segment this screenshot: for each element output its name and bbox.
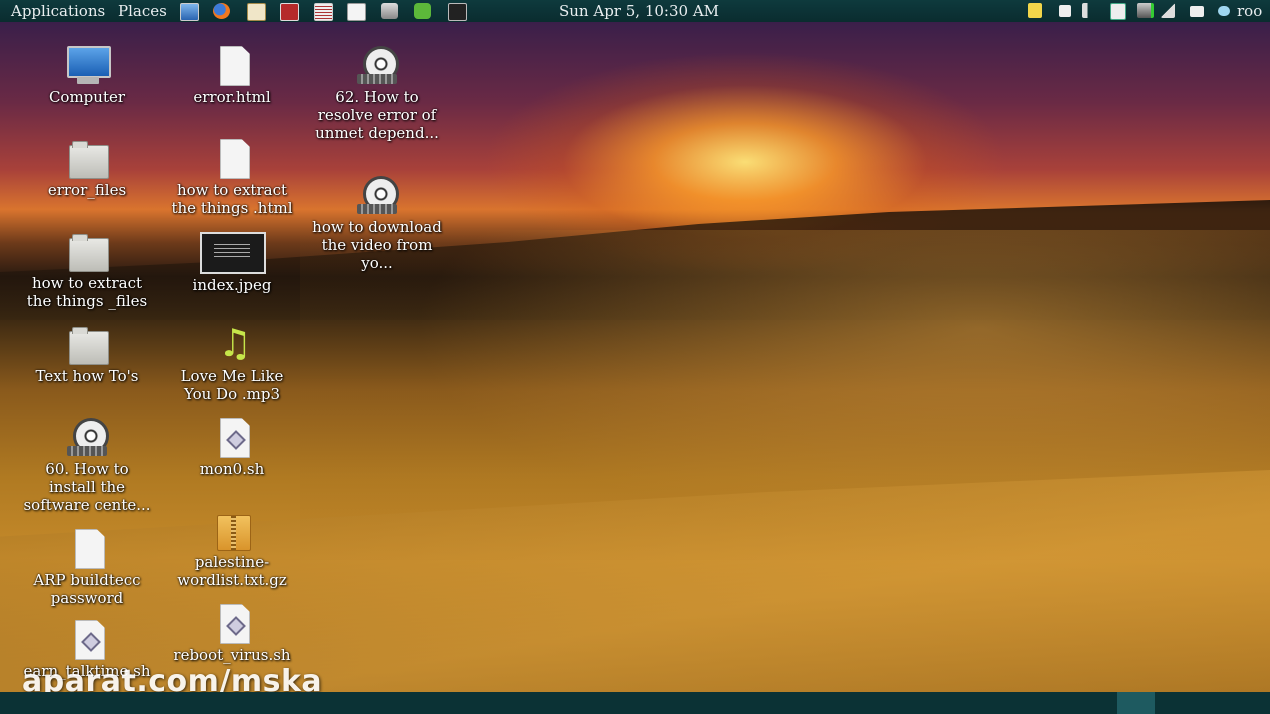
- video-reel-icon: [355, 174, 399, 218]
- computer-icon: [65, 44, 111, 88]
- image-thumbnail-icon: [200, 232, 266, 276]
- desktop-item-download-video[interactable]: how to download the video from yo...: [312, 174, 442, 272]
- file-icon: [210, 137, 254, 181]
- monitor-icon[interactable]: [180, 3, 199, 21]
- desktop-item-label: error_files: [47, 181, 127, 199]
- desktop-item-video-60[interactable]: 60. How to install the software cente...: [22, 416, 152, 514]
- video-reel-icon: [65, 416, 109, 460]
- workspace-switcher[interactable]: [1117, 692, 1155, 714]
- network-icon[interactable]: [1137, 3, 1154, 18]
- script-icon: [210, 602, 254, 646]
- calendar-icon[interactable]: [347, 3, 366, 21]
- volume-icon[interactable]: [1082, 3, 1096, 18]
- music-note-icon: ♫: [218, 321, 253, 365]
- desktop-item-mon0-sh[interactable]: mon0.sh: [167, 416, 297, 478]
- tray-folder-icon[interactable]: [1190, 6, 1204, 17]
- folder-tray-icon[interactable]: [1028, 3, 1042, 18]
- signal-icon[interactable]: [1161, 3, 1175, 18]
- desktop-item-error-files[interactable]: error_files: [22, 137, 152, 199]
- desktop-item-label: 62. How to resolve error of unmet depend…: [315, 88, 439, 142]
- desktop-item-label: ARP buildtecc password: [33, 571, 141, 607]
- desktop-item-label: Computer: [48, 88, 126, 106]
- bottom-panel: [0, 692, 1270, 714]
- desktop-item-label: 60. How to install the software cente...: [23, 460, 151, 514]
- desktop-item-label: how to download the video from yo...: [312, 218, 442, 272]
- folder-icon: [65, 323, 109, 367]
- desktop-item-reboot-virus[interactable]: reboot_virus.sh: [167, 602, 297, 664]
- applications-menu[interactable]: Applications: [11, 0, 105, 22]
- desktop-item-label: Love Me Like You Do .mp3: [180, 367, 284, 403]
- desktop-item-label: how to extract the things .html: [171, 181, 293, 217]
- desktop-item-computer[interactable]: Computer: [22, 44, 152, 106]
- clock[interactable]: Sun Apr 5, 10:30 AM: [559, 0, 719, 22]
- desktop-item-arp-password[interactable]: ARP buildtecc password: [22, 527, 152, 607]
- desktop-item-love-me-mp3[interactable]: ♫ Love Me Like You Do .mp3: [167, 323, 297, 403]
- terminal-red-icon[interactable]: [280, 3, 299, 21]
- folder-icon: [65, 137, 109, 181]
- green-app-icon[interactable]: [414, 3, 431, 19]
- video-reel-icon: [355, 44, 399, 88]
- desktop-item-video-62[interactable]: 62. How to resolve error of unmet depend…: [312, 44, 442, 142]
- folder-icon: [65, 230, 109, 274]
- desktop-item-how-to-extract-files[interactable]: how to extract the things _files: [22, 230, 152, 310]
- desktop-item-how-to-extract-html[interactable]: how to extract the things .html: [167, 137, 297, 217]
- desktop-item-label: palestine-wordlist.txt.gz: [177, 553, 287, 589]
- desktop-item-label: how to extract the things _files: [26, 274, 148, 310]
- desktop-item-palestine-wordlist[interactable]: palestine-wordlist.txt.gz: [167, 509, 297, 589]
- desktop-item-label: mon0.sh: [199, 460, 265, 478]
- text-editor-icon[interactable]: [247, 3, 266, 21]
- script-icon: [210, 416, 254, 460]
- desktop-item-text-how-tos[interactable]: Text how To's: [22, 323, 152, 385]
- script-icon: [65, 618, 109, 662]
- terminal-icon[interactable]: [448, 3, 467, 21]
- file-icon: [65, 527, 109, 571]
- desktop-item-error-html[interactable]: error.html: [167, 44, 297, 106]
- notes-icon[interactable]: [314, 3, 333, 21]
- clipboard-icon[interactable]: [1110, 3, 1126, 20]
- desktop-item-label: Text how To's: [35, 367, 139, 385]
- desktop-item-label: index.jpeg: [192, 276, 272, 294]
- file-icon: [210, 44, 254, 88]
- archive-icon: [210, 509, 254, 553]
- firefox-icon[interactable]: [213, 3, 230, 19]
- printer-icon[interactable]: [381, 3, 398, 19]
- desktop-item-label: reboot_virus.sh: [173, 646, 291, 664]
- desktop-item-label: error.html: [193, 88, 271, 106]
- user-menu[interactable]: roo: [1237, 0, 1262, 22]
- stop-icon[interactable]: [1059, 5, 1071, 17]
- top-panel: Applications Places Sun Apr 5, 10:30 AM …: [0, 0, 1270, 22]
- chat-icon[interactable]: [1218, 6, 1230, 16]
- desktop-item-index-jpeg[interactable]: index.jpeg: [167, 232, 297, 294]
- places-menu[interactable]: Places: [118, 0, 167, 22]
